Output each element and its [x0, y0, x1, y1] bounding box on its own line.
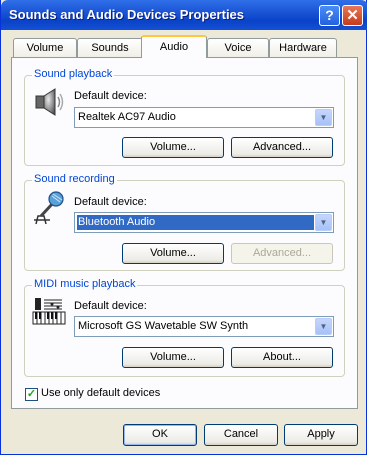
- speaker-icon: [33, 86, 65, 121]
- recording-device-value: Bluetooth Audio: [77, 215, 314, 230]
- playback-device-label: Default device:: [74, 90, 147, 102]
- recording-volume-button[interactable]: Volume...: [122, 243, 224, 264]
- midi-about-button[interactable]: About...: [231, 347, 333, 368]
- tab-volume[interactable]: Volume: [13, 38, 77, 57]
- tab-sounds[interactable]: Sounds: [77, 38, 143, 57]
- dialog-window: Sounds and Audio Devices Properties ? ✕ …: [0, 0, 367, 455]
- tab-voice[interactable]: Voice: [207, 38, 269, 57]
- midi-device-value: Microsoft GS Wavetable SW Synth: [78, 320, 249, 332]
- midi-device-label: Default device:: [74, 300, 147, 312]
- ok-button[interactable]: OK: [123, 424, 197, 446]
- midi-device-select[interactable]: Microsoft GS Wavetable SW Synth ▼: [74, 316, 334, 337]
- midi-keyboard-icon: [32, 296, 66, 329]
- help-button[interactable]: ?: [319, 5, 340, 26]
- window-title: Sounds and Audio Devices Properties: [9, 7, 245, 22]
- chevron-down-icon[interactable]: ▼: [315, 318, 332, 335]
- tab-audio[interactable]: Audio: [141, 35, 207, 58]
- use-default-devices-checkbox[interactable]: ✓: [25, 388, 38, 401]
- recording-device-select[interactable]: Bluetooth Audio ▼: [74, 212, 334, 233]
- sound-playback-title: Sound playback: [32, 68, 115, 80]
- recording-device-label: Default device:: [74, 196, 147, 208]
- playback-device-value: Realtek AC97 Audio: [78, 111, 176, 123]
- cancel-button[interactable]: Cancel: [204, 424, 278, 446]
- chevron-down-icon[interactable]: ▼: [315, 109, 332, 126]
- use-default-devices-label: Use only default devices: [41, 387, 161, 399]
- microphone-icon: [32, 190, 66, 229]
- playback-volume-button[interactable]: Volume...: [122, 137, 224, 158]
- playback-advanced-button[interactable]: Advanced...: [231, 137, 333, 158]
- midi-volume-button[interactable]: Volume...: [122, 347, 224, 368]
- title-bar[interactable]: Sounds and Audio Devices Properties ? ✕: [1, 0, 367, 30]
- tab-hardware[interactable]: Hardware: [269, 38, 337, 57]
- recording-advanced-button: Advanced...: [231, 243, 333, 264]
- chevron-down-icon[interactable]: ▼: [315, 214, 332, 231]
- sound-recording-title: Sound recording: [32, 173, 117, 185]
- midi-playback-title: MIDI music playback: [32, 278, 138, 290]
- close-button[interactable]: ✕: [342, 5, 363, 26]
- apply-button[interactable]: Apply: [284, 424, 358, 446]
- playback-device-select[interactable]: Realtek AC97 Audio ▼: [74, 107, 334, 128]
